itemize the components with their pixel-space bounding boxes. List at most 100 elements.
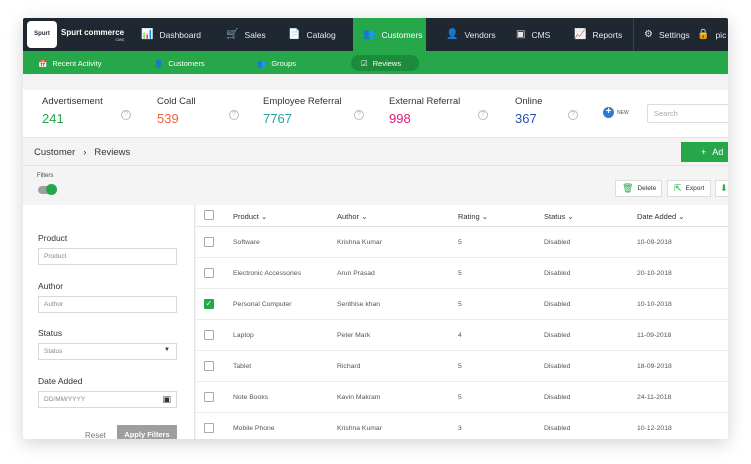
chevron-down-icon: ⌄	[678, 212, 685, 221]
subnav-label: Reviews	[372, 58, 402, 68]
cell-date: 18-09-2018	[637, 363, 672, 370]
stat-external-referral[interactable]: External Referral 998	[389, 96, 460, 132]
nav-user[interactable]: 🔒 pic	[693, 18, 728, 51]
table-row[interactable]: Note Books Kavin Makram 5 Disabled 24-11…	[196, 382, 728, 413]
filters-toggle[interactable]	[38, 184, 57, 195]
row-checkbox[interactable]	[204, 268, 214, 278]
chart-icon: 📈	[574, 29, 587, 40]
table-row[interactable]: Software Krishna Kumar 5 Disabled 10-09-…	[196, 227, 728, 258]
download-button[interactable]: ⬇	[715, 180, 728, 197]
calendar-icon[interactable]: ▣	[162, 394, 171, 405]
select-all-checkbox[interactable]	[204, 210, 214, 220]
delete-button[interactable]: 🗑 Delete	[615, 180, 662, 197]
cell-rating: 5	[458, 394, 462, 401]
th-date-added[interactable]: Date Added ⌄	[637, 212, 685, 221]
cell-status: Disabled	[544, 332, 571, 339]
toggle-knob	[46, 184, 57, 195]
gear-icon: ⚙	[644, 29, 653, 40]
table-row[interactable]: ✓ Personal Computer Senthise khan 5 Disa…	[196, 289, 728, 320]
help-icon[interactable]: ?	[229, 110, 239, 120]
nav-catalog[interactable]: 📄 Catalog	[278, 18, 353, 51]
stat-label: External Referral	[389, 96, 461, 107]
table-row[interactable]: Mobile Phone Krishna Kumar 3 Disabled 10…	[196, 413, 728, 439]
row-checkbox-checked[interactable]: ✓	[204, 299, 214, 309]
nav-sales[interactable]: 🛒 Sales	[216, 18, 278, 51]
export-button[interactable]: ⇱ Export	[667, 180, 711, 197]
cell-status: Disabled	[544, 239, 571, 246]
cell-rating: 5	[458, 363, 462, 370]
breadcrumb-parent[interactable]: Customer	[34, 147, 75, 158]
add-label: Ad	[712, 147, 724, 157]
cell-author: Richard	[337, 363, 361, 370]
add-button[interactable]: + Ad	[681, 142, 728, 162]
cart-icon: 🛒	[226, 29, 239, 40]
checkbox-icon: ☑	[361, 58, 368, 68]
stat-value: 998	[389, 111, 411, 126]
th-label: Rating	[458, 212, 480, 221]
chevron-down-icon: ⌄	[260, 212, 268, 221]
cell-status: Disabled	[544, 394, 571, 401]
stat-employee-referral[interactable]: Employee Referral 7767	[263, 96, 342, 132]
status-select[interactable]: Status ▼	[38, 343, 177, 360]
sub-navbar: 📅 Recent Activity 👤 Customers 👥 Groups ☑…	[23, 51, 728, 74]
row-checkbox[interactable]	[204, 361, 214, 371]
help-icon[interactable]: ?	[354, 110, 364, 120]
row-checkbox[interactable]	[204, 423, 214, 433]
th-status[interactable]: Status ⌄	[544, 212, 574, 221]
nav-cms[interactable]: ▣ CMS	[506, 18, 564, 51]
th-author[interactable]: Author ⌄	[337, 212, 368, 221]
cell-author: Arun Prasad	[337, 270, 375, 277]
brand-name: Spurt commerce	[61, 27, 125, 37]
table-row[interactable]: Tablet Richard 5 Disabled 18-09-2018	[196, 351, 728, 382]
search-input[interactable]: Search	[647, 104, 728, 123]
row-checkbox[interactable]	[204, 392, 214, 402]
nav-label: Catalog	[306, 29, 336, 40]
cell-product: Tablet	[233, 363, 252, 370]
table-header: Product ⌄ Author ⌄ Rating ⌄ Status ⌄ Dat…	[196, 205, 728, 227]
help-icon[interactable]: ?	[121, 110, 131, 120]
cell-product: Mobile Phone	[233, 425, 275, 432]
nav-reports[interactable]: 📈 Reports	[564, 18, 633, 51]
nav-dashboard[interactable]: 📊 Dashboard	[131, 18, 216, 51]
new-button[interactable]: + NEW	[603, 107, 629, 118]
subnav-label: Groups	[271, 58, 296, 68]
app-window: Spurt Spurt commerce CMS 📊 Dashboard 🛒 S…	[23, 18, 728, 439]
apply-filters-button[interactable]: Apply Filters	[117, 425, 177, 439]
cell-author: Peter Mark	[337, 332, 371, 339]
subnav-customers[interactable]: 👤 Customers	[144, 55, 215, 71]
table-row[interactable]: Laptop Peter Mark 4 Disabled 11-09-2018	[196, 320, 728, 351]
reset-button[interactable]: Reset	[85, 431, 106, 439]
table-row[interactable]: Electronic Accessories Arun Prasad 5 Dis…	[196, 258, 728, 289]
brand-logo[interactable]: Spurt Spurt commerce CMS	[23, 18, 131, 51]
nav-customers[interactable]: 👥 Customers	[353, 18, 426, 51]
help-icon[interactable]: ?	[568, 110, 578, 120]
stat-label: Online	[515, 96, 543, 107]
stat-label: Employee Referral	[263, 96, 342, 107]
document-icon: 📄	[288, 29, 301, 40]
row-checkbox[interactable]	[204, 237, 214, 247]
nav-settings[interactable]: ⚙ Settings	[633, 18, 693, 51]
download-icon: ⬇	[720, 183, 728, 193]
export-label: Export	[685, 185, 705, 192]
th-label: Date Added	[637, 212, 677, 221]
date-field[interactable]: DD/MM/YYYY ▣	[38, 391, 177, 408]
author-field[interactable]: Author	[38, 296, 177, 313]
product-field[interactable]: Product	[38, 248, 177, 265]
stat-online[interactable]: Online 367	[515, 96, 542, 132]
new-label: NEW	[617, 109, 629, 116]
th-rating[interactable]: Rating ⌄	[458, 212, 488, 221]
nav-vendors[interactable]: 👤 Vendors	[426, 18, 506, 51]
subnav-reviews[interactable]: ☑ Reviews	[351, 55, 419, 71]
subnav-groups[interactable]: 👥 Groups	[247, 55, 306, 71]
cell-product: Software	[233, 239, 260, 246]
nav-label: Dashboard	[159, 29, 202, 40]
stat-advertisement[interactable]: Advertisement 241	[42, 96, 103, 132]
cell-product: Personal Computer	[233, 301, 292, 308]
th-product[interactable]: Product ⌄	[233, 212, 267, 221]
stat-cold-call[interactable]: Cold Call 539	[157, 96, 196, 132]
date-placeholder: DD/MM/YYYY	[44, 396, 86, 403]
subnav-recent-activity[interactable]: 📅 Recent Activity	[28, 55, 112, 71]
stat-value: 539	[157, 111, 179, 126]
row-checkbox[interactable]	[204, 330, 214, 340]
help-icon[interactable]: ?	[478, 110, 488, 120]
